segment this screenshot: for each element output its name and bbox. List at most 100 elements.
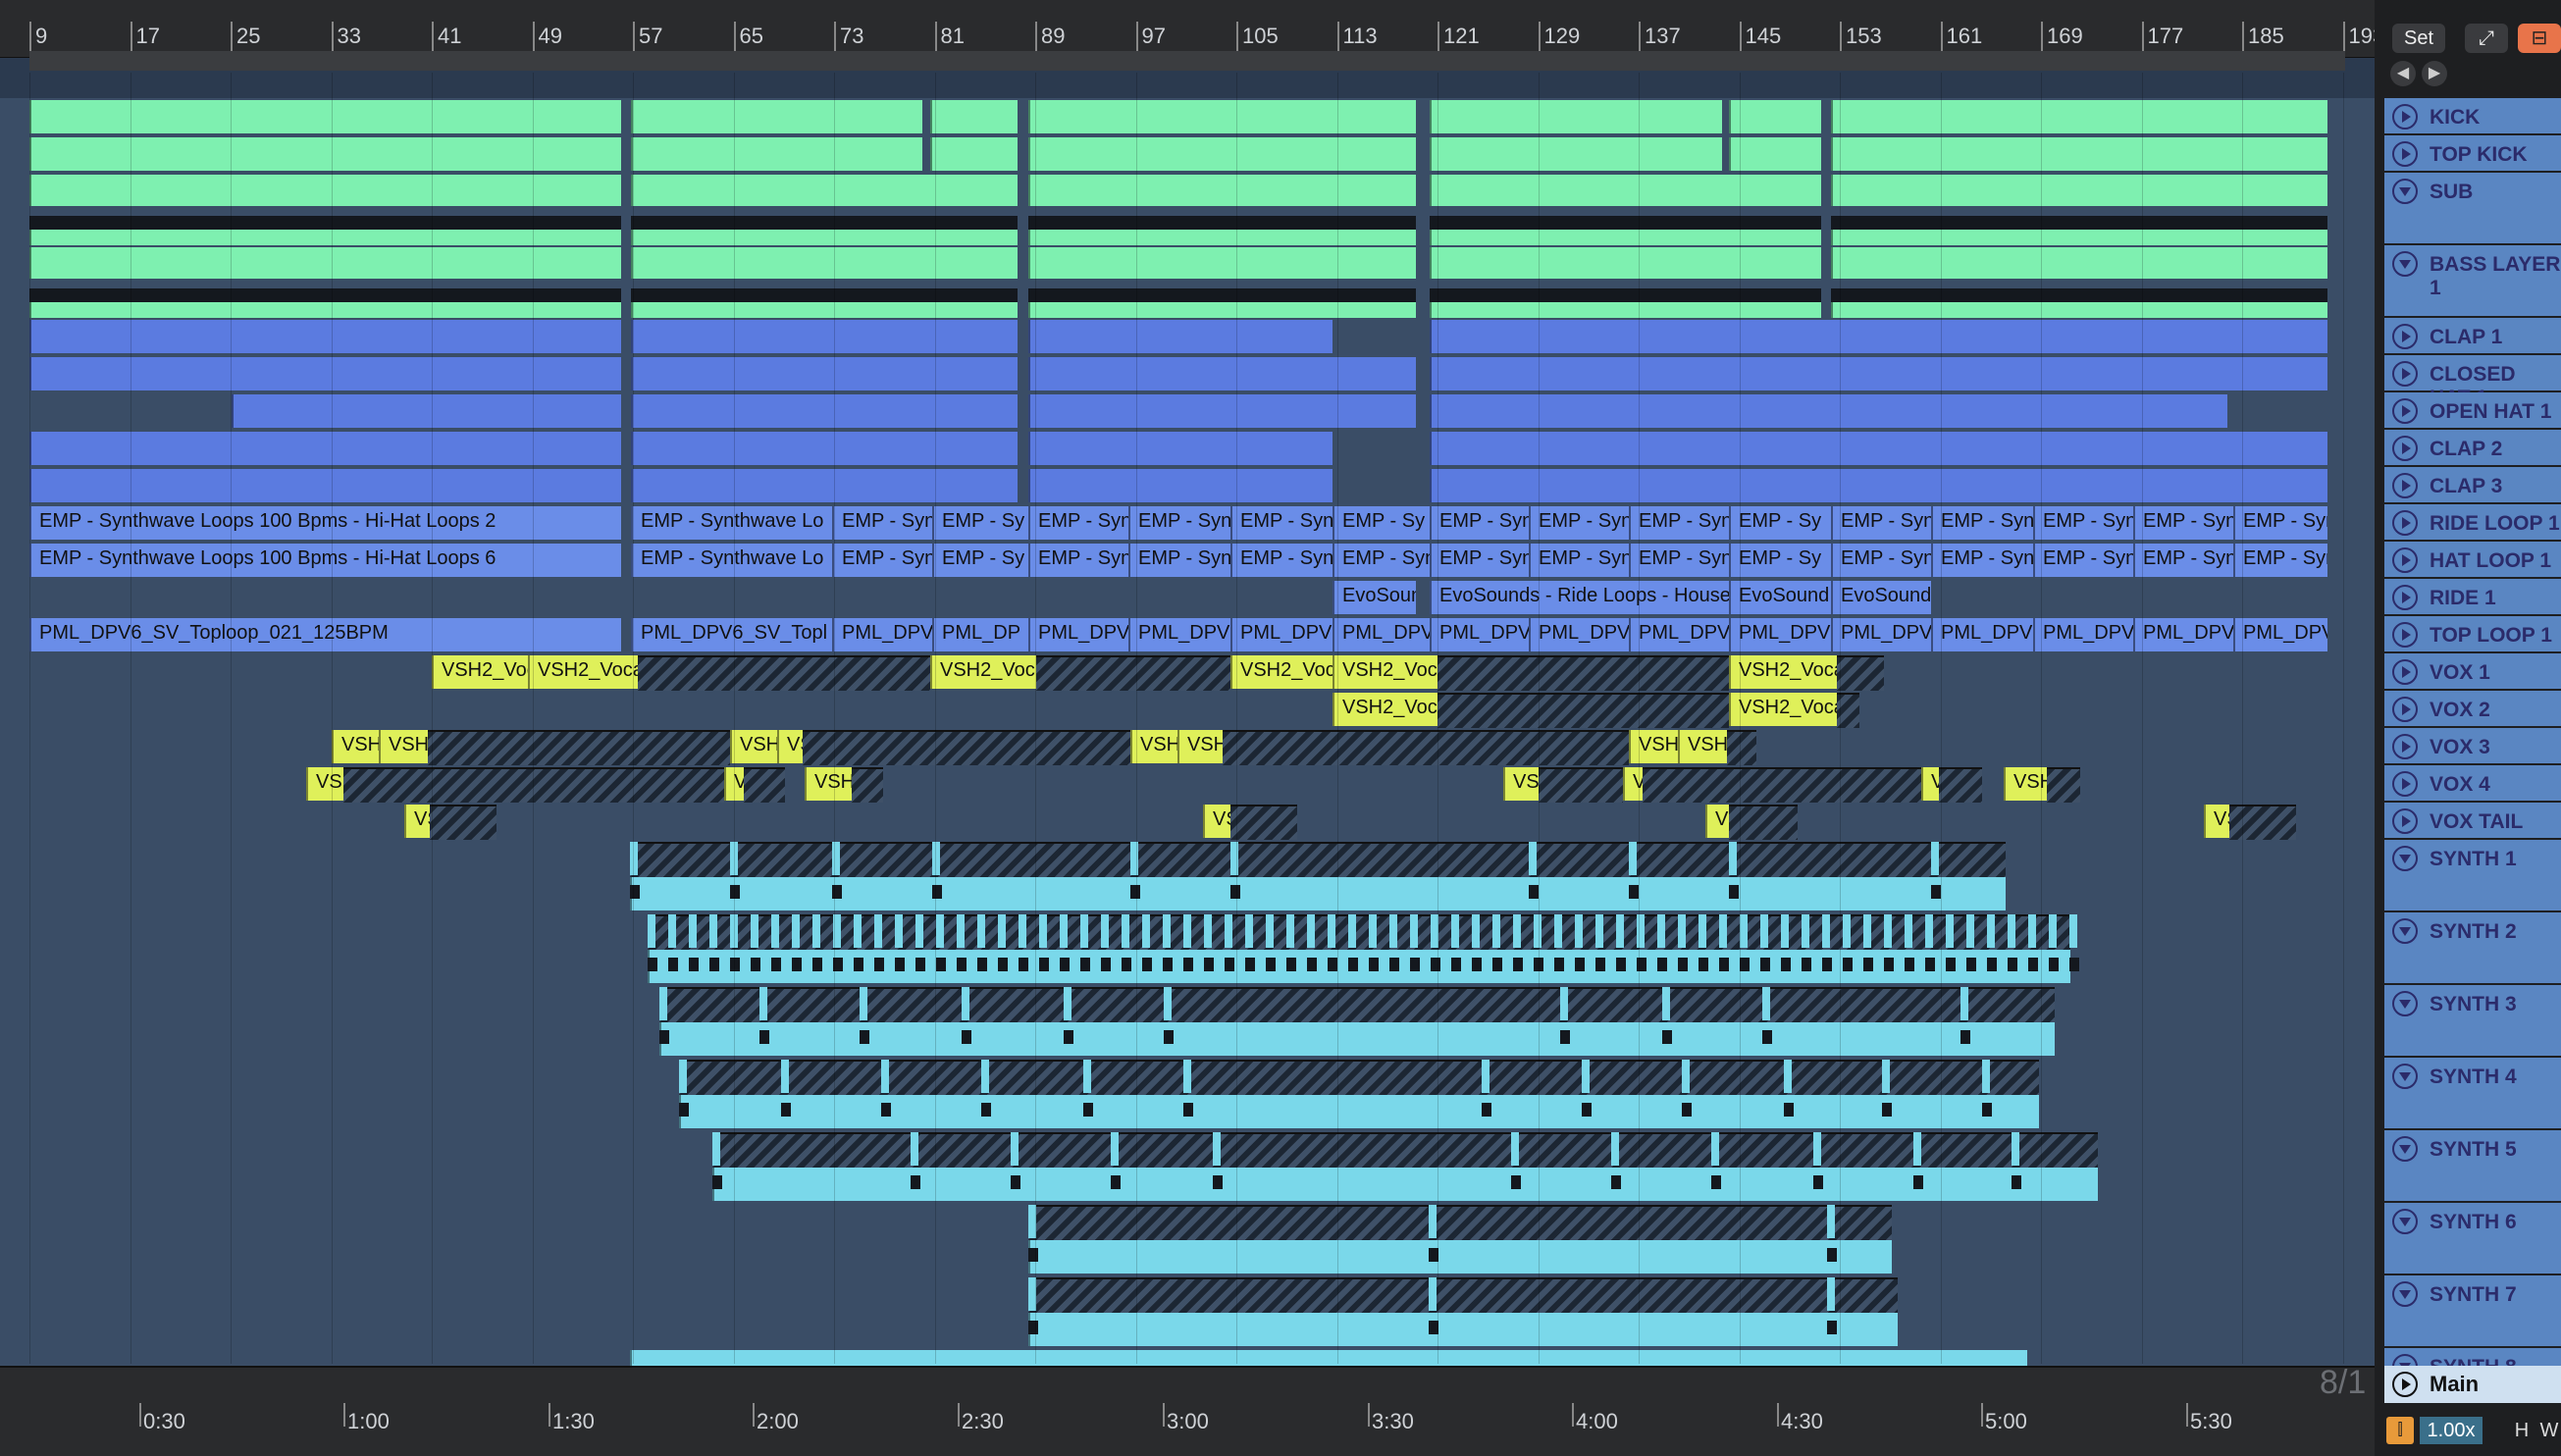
clip[interactable]: VS bbox=[1705, 805, 1729, 838]
clip[interactable]: EMP - Syn bbox=[832, 544, 932, 577]
track-lane[interactable] bbox=[0, 840, 2375, 914]
clip[interactable]: EMP - Syn bbox=[2033, 506, 2133, 540]
track-lane[interactable] bbox=[0, 985, 2375, 1060]
clip[interactable] bbox=[1430, 175, 1821, 206]
clip[interactable] bbox=[1831, 137, 2327, 171]
clip[interactable]: VSH2_Voca bbox=[1729, 655, 1837, 689]
clip[interactable]: VSH2_Voc bbox=[1230, 655, 1333, 689]
track-header[interactable]: RIDE LOOP 1 bbox=[2384, 504, 2561, 542]
clip[interactable]: PML_DPV bbox=[1230, 618, 1333, 651]
track-header[interactable]: CLAP 1 bbox=[2384, 318, 2561, 355]
clip[interactable]: EMP - Syn bbox=[1028, 544, 1128, 577]
track-header[interactable]: SYNTH 5 bbox=[2384, 1130, 2561, 1203]
track-header[interactable]: VOX TAIL bbox=[2384, 803, 2561, 840]
track-lane[interactable] bbox=[0, 173, 2375, 247]
play-icon[interactable] bbox=[2392, 510, 2418, 536]
clip[interactable]: VSH2 bbox=[1629, 730, 1678, 763]
track-lane[interactable]: EMP - Synthwave Loops 100 Bpms - Hi-Hat … bbox=[0, 504, 2375, 544]
clip[interactable] bbox=[1028, 100, 1416, 133]
zoom-value[interactable]: 1.00x bbox=[2420, 1417, 2483, 1444]
clip[interactable] bbox=[1028, 357, 1416, 390]
clip[interactable]: VSH2 bbox=[1177, 730, 1223, 763]
clip[interactable]: EMP - Syn bbox=[1333, 544, 1430, 577]
clip[interactable]: VS bbox=[2204, 805, 2229, 838]
clip[interactable]: EvoSounds - Ride Loops - House bbox=[1430, 581, 1729, 614]
clip[interactable]: VSH2_Voc bbox=[930, 655, 1036, 689]
play-icon[interactable] bbox=[2392, 697, 2418, 722]
clip[interactable]: PML_DPV bbox=[2133, 618, 2233, 651]
clip[interactable]: PML_DPV bbox=[1629, 618, 1729, 651]
track-lane[interactable] bbox=[0, 318, 2375, 357]
clip[interactable] bbox=[631, 357, 1018, 390]
clip[interactable] bbox=[1028, 302, 1416, 318]
clip[interactable]: VSH2 bbox=[332, 730, 379, 763]
clip[interactable]: EMP - Synthwave Lo bbox=[631, 506, 832, 540]
clip[interactable]: PML_DPV bbox=[1729, 618, 1831, 651]
track-lane[interactable] bbox=[0, 467, 2375, 506]
expand-icon[interactable]: ⤢ bbox=[2465, 24, 2508, 53]
clip[interactable]: PML_DPV bbox=[1028, 618, 1128, 651]
track-header[interactable]: SYNTH 8 bbox=[2384, 1348, 2561, 1379]
clip[interactable]: EMP - Syn bbox=[832, 506, 932, 540]
clip[interactable] bbox=[1430, 320, 2327, 353]
clip[interactable]: EMP - Syn bbox=[1931, 544, 2033, 577]
track-lane[interactable]: EvoSoun EvoSounds - Ride Loops - House Evo… bbox=[0, 579, 2375, 618]
track-header[interactable]: VOX 3 bbox=[2384, 728, 2561, 765]
clip[interactable] bbox=[1430, 302, 1821, 318]
clip[interactable]: V bbox=[1921, 767, 1939, 801]
clip[interactable] bbox=[1729, 137, 1821, 171]
track-lane[interactable]: VSH2VSH2VSH2VSVSH2VSH2VSH2VSH2 bbox=[0, 728, 2375, 767]
clip[interactable] bbox=[1028, 175, 1416, 206]
loop-brace[interactable] bbox=[29, 51, 2345, 71]
clip[interactable] bbox=[930, 137, 1018, 171]
clip[interactable]: PML_DPV bbox=[1529, 618, 1629, 651]
clip[interactable] bbox=[631, 320, 1018, 353]
arrow-left-icon[interactable]: ◀ bbox=[2390, 61, 2416, 86]
clip[interactable]: VSH2_Voca bbox=[528, 655, 638, 689]
play-icon[interactable] bbox=[2392, 734, 2418, 759]
clip[interactable]: VSH2_Voc bbox=[432, 655, 528, 689]
set-button[interactable]: Set bbox=[2392, 24, 2445, 53]
play-icon[interactable] bbox=[2392, 771, 2418, 797]
fold-toggle-icon[interactable] bbox=[2392, 1064, 2418, 1089]
waveform-zoom-icon[interactable]: ⫿ bbox=[2386, 1417, 2414, 1444]
clip[interactable] bbox=[1430, 100, 1722, 133]
play-icon[interactable] bbox=[2392, 808, 2418, 834]
clip[interactable]: PML_DPV bbox=[1430, 618, 1529, 651]
track-lane[interactable] bbox=[0, 355, 2375, 394]
clip[interactable] bbox=[1831, 247, 2327, 279]
clip[interactable] bbox=[1028, 247, 1416, 279]
clip[interactable]: VS bbox=[1503, 767, 1539, 801]
clip[interactable]: EvoSound bbox=[1729, 581, 1831, 614]
clip[interactable] bbox=[631, 230, 1018, 245]
clip[interactable]: EMP - Syn bbox=[1529, 506, 1629, 540]
clip[interactable]: VSH2 bbox=[379, 730, 428, 763]
clip[interactable]: EMP - Syn bbox=[2233, 506, 2327, 540]
time-ruler[interactable]: 0:30 1:00 1:30 2:00 2:30 3:00 3:30 4:00 4:30 5:00… bbox=[0, 1366, 2375, 1456]
clip[interactable]: VS bbox=[777, 730, 803, 763]
track-lane[interactable] bbox=[0, 392, 2375, 432]
track-lane[interactable] bbox=[0, 1203, 2375, 1277]
track-lane[interactable] bbox=[0, 98, 2375, 137]
play-icon[interactable] bbox=[2392, 324, 2418, 349]
track-header[interactable]: SYNTH 7 bbox=[2384, 1275, 2561, 1348]
clip[interactable]: VSH bbox=[306, 767, 343, 801]
fold-toggle-icon[interactable] bbox=[2392, 179, 2418, 204]
track-header[interactable]: CLOSED HAT 1 bbox=[2384, 355, 2561, 409]
clip[interactable]: PML_DPV6_SV_Topl bbox=[631, 618, 832, 651]
arrangement-view[interactable]: 9 17 25 33 41 49 57 65 73 81 89 97 105 113 121 129 137 14… bbox=[0, 0, 2384, 1456]
clip[interactable] bbox=[232, 394, 621, 428]
track-lane[interactable] bbox=[0, 1130, 2375, 1205]
clip[interactable]: PML_DP bbox=[932, 618, 1028, 651]
clip[interactable] bbox=[1028, 394, 1416, 428]
track-lane[interactable] bbox=[0, 1058, 2375, 1132]
play-icon[interactable] bbox=[2392, 361, 2418, 387]
play-icon[interactable] bbox=[2392, 659, 2418, 685]
main-play-icon[interactable] bbox=[2392, 1372, 2418, 1397]
clip[interactable]: VSH2_Voca bbox=[1333, 655, 1437, 689]
clip[interactable]: EMP - Syn bbox=[1230, 506, 1333, 540]
clip[interactable] bbox=[1831, 230, 2327, 245]
clip[interactable] bbox=[1430, 394, 2227, 428]
fold-toggle-icon[interactable] bbox=[2392, 846, 2418, 871]
clip[interactable]: EMP - Syn bbox=[1831, 544, 1931, 577]
